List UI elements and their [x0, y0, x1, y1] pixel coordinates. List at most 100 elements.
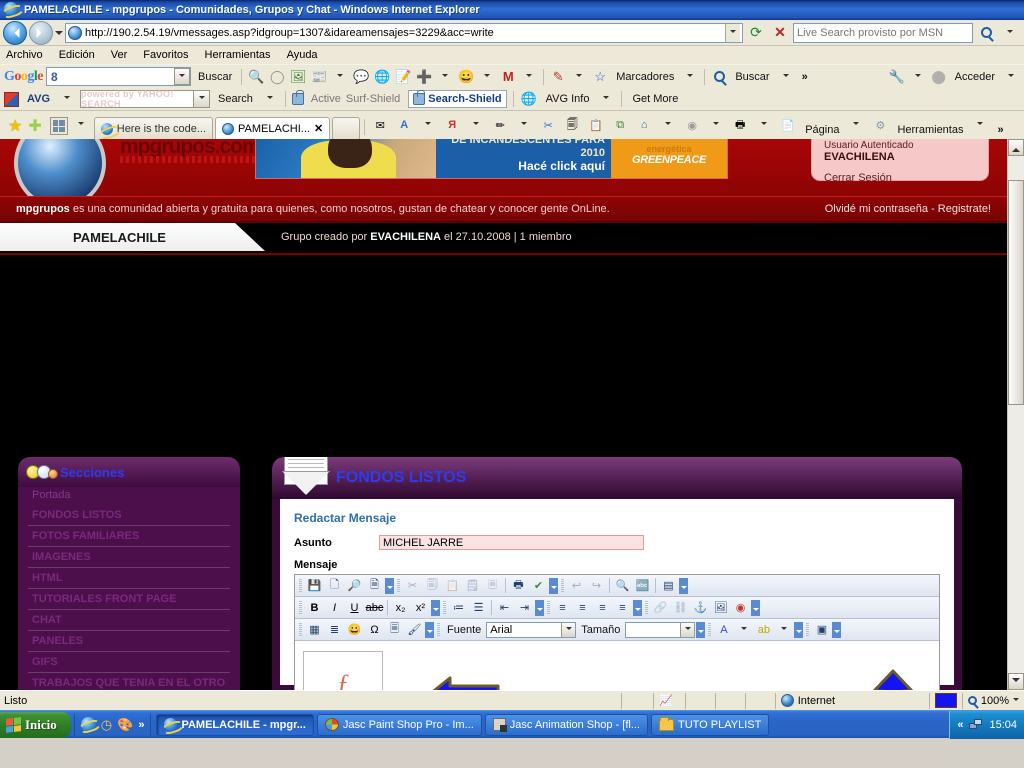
- background-color-icon[interactable]: ab: [754, 621, 773, 639]
- quick-tabs-icon[interactable]: [49, 117, 68, 135]
- preview-icon[interactable]: 🔎: [345, 577, 364, 595]
- sidebar-item-imagenes[interactable]: IMAGENES: [28, 547, 230, 568]
- select-all-icon[interactable]: ▤: [659, 577, 678, 595]
- spellcheck-icon[interactable]: ✔: [529, 577, 548, 595]
- security-zone[interactable]: Internet: [774, 692, 929, 709]
- refresh-button[interactable]: ⟳: [745, 22, 767, 44]
- indent-icon[interactable]: ⇥: [515, 599, 534, 617]
- unordered-list-icon[interactable]: ☰: [469, 599, 488, 617]
- sidebar-item-fondos-listos[interactable]: FONDOS LISTOS: [28, 505, 230, 526]
- avg-brand-dropdown-icon[interactable]: [58, 90, 76, 108]
- redo-icon[interactable]: ↪: [587, 577, 606, 595]
- google-smiley-icon[interactable]: 😀: [457, 68, 475, 86]
- toolbar-grip[interactable]: [437, 622, 440, 637]
- insert-table-icon[interactable]: ▦: [305, 621, 324, 639]
- templates-icon[interactable]: 🗎: [365, 577, 384, 595]
- bookmarks-star-icon[interactable]: ✎: [549, 68, 567, 86]
- tray-expand-chevron-icon[interactable]: «: [957, 719, 963, 731]
- insert-image-icon[interactable]: 🖼: [711, 599, 730, 617]
- row2-overflow-icon[interactable]: [431, 599, 440, 616]
- avg-info-dropdown-icon[interactable]: [597, 90, 615, 108]
- find-dropdown-icon[interactable]: [777, 68, 795, 86]
- undo-icon[interactable]: ↩: [567, 577, 586, 595]
- avg-surfshield-status[interactable]: Active Surf-Shield: [291, 90, 404, 105]
- font-select-dropdown-icon[interactable]: [561, 622, 576, 637]
- page-scrollbar[interactable]: [1007, 139, 1024, 690]
- toolbar-grip[interactable]: [299, 578, 302, 593]
- signin-label[interactable]: Acceder: [955, 71, 995, 83]
- paint-format-icon[interactable]: 🖌: [405, 621, 424, 639]
- settings-dropdown-icon[interactable]: [909, 68, 927, 86]
- sidebar-item-chat[interactable]: CHAT: [28, 610, 230, 631]
- avg-yahoo-search-input[interactable]: powered by YAHOO! SEARCH: [80, 89, 211, 109]
- copy-icon[interactable]: 🗐: [561, 114, 583, 136]
- print-icon[interactable]: 🖶: [509, 577, 528, 595]
- smiley-icon[interactable]: 😀: [345, 621, 364, 639]
- sidebar-item-tutoriales-front-page[interactable]: TUTORIALES FRONT PAGE: [28, 589, 230, 610]
- new-document-icon[interactable]: 🗋: [325, 577, 344, 595]
- tools-menu-dropdown-icon[interactable]: [969, 114, 991, 136]
- read-mail-icon[interactable]: ✉: [369, 114, 391, 136]
- recent-pages-dropdown-icon[interactable]: [55, 30, 63, 39]
- new-tab-button[interactable]: [332, 117, 361, 139]
- google-translate-icon[interactable]: 💬: [352, 68, 370, 86]
- gmail-icon[interactable]: M: [499, 68, 517, 86]
- zoom-control[interactable]: 100%: [961, 692, 1024, 709]
- page-menu-icon[interactable]: 📄: [777, 114, 799, 136]
- toolbar-grip[interactable]: [443, 600, 446, 615]
- toolbar-grip[interactable]: [299, 622, 302, 637]
- encoding-icon[interactable]: Я: [441, 114, 463, 136]
- live-search-input[interactable]: Live Search provisto por MSN: [793, 22, 973, 43]
- sidebar-item-portada[interactable]: Portada: [28, 487, 230, 505]
- avg-search-label[interactable]: Search: [218, 93, 253, 105]
- subject-input[interactable]: MICHEL JARRE: [379, 535, 644, 550]
- toolbar-grip[interactable]: [708, 622, 712, 637]
- advertisement-banner[interactable]: DE INCANDESCENTES PARA 2010 Hacé click a…: [255, 139, 728, 179]
- size-select-dropdown-icon[interactable]: [680, 622, 695, 637]
- scrollbar-thumb[interactable]: [1008, 180, 1024, 405]
- bookmarks-label[interactable]: Marcadores: [616, 71, 674, 83]
- network-icon[interactable]: [969, 718, 983, 731]
- google-sitesearch-icon[interactable]: 🔍: [247, 68, 265, 86]
- subscript-icon[interactable]: x₂: [391, 599, 410, 617]
- text-color-dropdown-icon[interactable]: [734, 621, 753, 639]
- favorites-star-icon[interactable]: ☆: [591, 68, 609, 86]
- scrollbar-track[interactable]: [1008, 405, 1024, 673]
- find-icon[interactable]: [710, 68, 728, 86]
- replace-icon[interactable]: 🔤: [633, 577, 652, 595]
- flash-object-placeholder[interactable]: ƒ FLASH: [303, 651, 383, 690]
- task-animation-shop[interactable]: Jasc Animation Shop - [fl...: [484, 713, 648, 736]
- save-icon[interactable]: 💾: [305, 577, 324, 595]
- tab-close-icon[interactable]: ✕: [314, 122, 323, 135]
- row3-overflow-icon-2[interactable]: [696, 621, 706, 638]
- align-right-icon[interactable]: ≡: [593, 599, 612, 617]
- task-tuto-playlist[interactable]: TUTO PLAYLIST: [651, 713, 770, 736]
- google-news-dropdown-icon[interactable]: [331, 68, 349, 86]
- toolbar-grip[interactable]: [645, 600, 648, 615]
- ordered-list-icon[interactable]: ≔: [449, 599, 468, 617]
- edit-pencil-icon[interactable]: ✏: [489, 114, 511, 136]
- quicklaunch-overflow-chevron[interactable]: »: [138, 719, 144, 731]
- toolbar-grip[interactable]: [561, 578, 564, 593]
- google-news-icon[interactable]: 📰: [310, 68, 328, 86]
- sidebar-item-html[interactable]: HTML: [28, 568, 230, 589]
- insert-link-icon[interactable]: 🔗: [651, 599, 670, 617]
- avg-search-dropdown-icon[interactable]: [261, 90, 279, 108]
- menu-ayuda[interactable]: Ayuda: [287, 49, 318, 61]
- unlink-icon[interactable]: ⛓: [671, 599, 690, 617]
- background-color-dropdown-icon[interactable]: [774, 621, 793, 639]
- toolbar-grip[interactable]: [547, 600, 550, 615]
- avg-getmore-label[interactable]: Get More: [632, 93, 678, 105]
- row2-overflow-icon-3[interactable]: [633, 599, 642, 616]
- tab-list-dropdown-icon[interactable]: [70, 114, 92, 136]
- avg-info-label[interactable]: AVG Info: [546, 93, 590, 105]
- align-justify-icon[interactable]: ≡: [613, 599, 632, 617]
- toolbar-grip[interactable]: [299, 600, 302, 615]
- bookmarks-dropdown-icon[interactable]: [570, 68, 588, 86]
- google-smiley-dropdown-icon[interactable]: [478, 68, 496, 86]
- avg-info-icon[interactable]: 🌐: [520, 90, 538, 108]
- print-dropdown-icon[interactable]: [753, 114, 775, 136]
- superscript-icon[interactable]: x²: [411, 599, 430, 617]
- open-in-new-window-icon[interactable]: ⧉: [609, 114, 631, 136]
- page-menu-dropdown-icon[interactable]: [845, 114, 867, 136]
